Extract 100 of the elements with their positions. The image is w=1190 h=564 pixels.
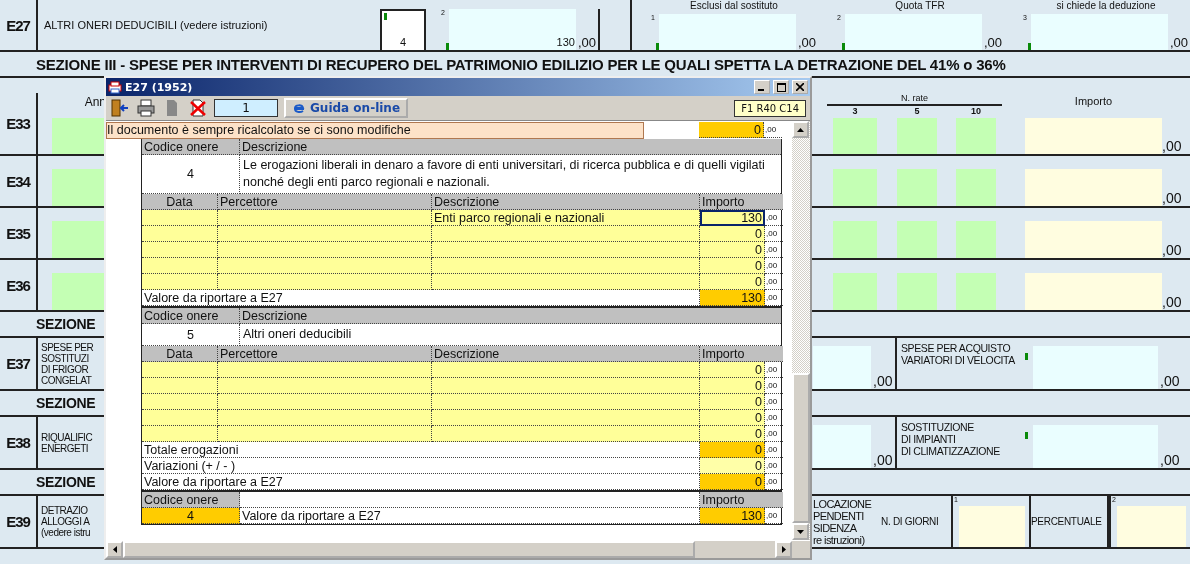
input-field[interactable]	[956, 169, 996, 206]
field-label: LOCAZIONE PENDENTI SIDENZA re istruzioni)	[813, 496, 873, 547]
table-cell[interactable]	[142, 410, 218, 426]
table-cell[interactable]: 0	[700, 226, 765, 242]
amount-field[interactable]	[844, 14, 982, 50]
table-cell[interactable]	[142, 210, 218, 226]
table-cell[interactable]: 130	[700, 210, 765, 226]
maximize-button[interactable]	[773, 80, 789, 94]
input-field[interactable]	[833, 117, 877, 154]
table-cell[interactable]	[218, 274, 432, 290]
input-field[interactable]	[833, 221, 877, 258]
column-heading: N. rate	[827, 93, 1002, 107]
table-cell[interactable]	[218, 394, 432, 410]
table-cell[interactable]: 0	[700, 410, 765, 426]
amount-field[interactable]	[1025, 273, 1162, 310]
table-cell[interactable]: 0	[700, 394, 765, 410]
input-field[interactable]	[897, 169, 937, 206]
amount-field[interactable]	[1030, 14, 1168, 50]
table-cell[interactable]	[432, 258, 700, 274]
table-cell[interactable]	[142, 242, 218, 258]
table-cell[interactable]: 0	[700, 362, 765, 378]
amount-field[interactable]	[1025, 169, 1162, 206]
table-cell[interactable]	[142, 362, 218, 378]
table-cell[interactable]	[142, 226, 218, 242]
marker-icon	[655, 43, 659, 50]
table-cell[interactable]	[142, 426, 218, 442]
table-cell[interactable]	[432, 362, 700, 378]
column-heading: Descrizione	[240, 139, 781, 155]
amount-field[interactable]: 130	[448, 9, 576, 50]
input-field[interactable]	[833, 169, 877, 206]
table-cell[interactable]	[432, 394, 700, 410]
table-cell[interactable]	[142, 378, 218, 394]
table-cell[interactable]	[142, 274, 218, 290]
table-cell[interactable]	[432, 410, 700, 426]
table-cell[interactable]	[218, 410, 432, 426]
input-field[interactable]	[833, 273, 877, 310]
table-cell[interactable]	[432, 226, 700, 242]
table-cell[interactable]: 0	[700, 426, 765, 442]
input-field[interactable]	[897, 117, 937, 154]
minimize-button[interactable]	[754, 80, 770, 94]
horizontal-scrollbar[interactable]	[106, 540, 810, 558]
right-arrow-icon[interactable]	[781, 546, 786, 553]
left-arrow-icon[interactable]	[112, 546, 117, 553]
decimals: ,00	[765, 426, 783, 442]
amount-field[interactable]	[658, 14, 796, 50]
table-cell[interactable]: 0	[700, 274, 765, 290]
vertical-scrollbar[interactable]	[792, 121, 810, 540]
column-heading: 3	[851, 106, 859, 118]
print-icon[interactable]	[136, 99, 156, 117]
table-cell[interactable]	[432, 242, 700, 258]
table-cell[interactable]	[218, 258, 432, 274]
table-cell[interactable]	[432, 274, 700, 290]
amount-field[interactable]	[813, 425, 871, 468]
table-cell[interactable]	[142, 394, 218, 410]
input-field[interactable]	[956, 221, 996, 258]
decimals: ,00	[765, 242, 783, 258]
decimals: ,00	[765, 258, 783, 274]
amount-field[interactable]	[1033, 346, 1158, 389]
input-field[interactable]	[958, 506, 1025, 547]
amount-field[interactable]	[1025, 117, 1162, 154]
table-cell[interactable]	[432, 378, 700, 394]
decimals: ,00	[796, 35, 817, 50]
input-field[interactable]	[52, 117, 106, 154]
amount-field[interactable]	[813, 346, 871, 389]
help-button[interactable]: Guida on-line	[284, 98, 409, 118]
page-number-field[interactable]: 1	[214, 99, 278, 117]
code-field[interactable]: 4	[380, 9, 426, 50]
input-field[interactable]	[52, 169, 106, 206]
column-heading: Descrizione	[432, 194, 700, 210]
table-cell[interactable]	[218, 226, 432, 242]
amount-field[interactable]	[1025, 221, 1162, 258]
table-cell[interactable]: 0	[700, 258, 765, 274]
table-cell[interactable]	[218, 426, 432, 442]
column-heading: Codice onere	[142, 139, 240, 155]
table-cell[interactable]	[218, 378, 432, 394]
input-field[interactable]	[956, 117, 996, 154]
table-cell[interactable]	[218, 362, 432, 378]
close-button[interactable]	[792, 80, 808, 94]
column-heading: 5	[913, 106, 921, 118]
table-cell[interactable]: 0	[700, 458, 765, 474]
input-field[interactable]	[52, 221, 106, 258]
decimals: ,00	[765, 394, 783, 410]
down-arrow-icon[interactable]	[797, 529, 804, 534]
table-cell[interactable]	[142, 258, 218, 274]
input-field[interactable]	[1116, 506, 1186, 547]
input-field[interactable]	[897, 273, 937, 310]
table-cell[interactable]	[218, 210, 432, 226]
exit-door-icon[interactable]	[110, 99, 130, 117]
table-cell[interactable]	[432, 426, 700, 442]
table-cell[interactable]: 0	[700, 242, 765, 258]
amount-field[interactable]	[1033, 425, 1158, 468]
input-field[interactable]	[956, 273, 996, 310]
table-cell[interactable]: 0	[700, 378, 765, 394]
input-field[interactable]	[52, 273, 106, 310]
table-cell[interactable]	[218, 242, 432, 258]
up-arrow-icon[interactable]	[797, 127, 804, 132]
delete-page-icon[interactable]	[188, 99, 208, 117]
input-field[interactable]	[897, 221, 937, 258]
table-cell[interactable]: Enti parco regionali e nazionali	[432, 210, 700, 226]
notice-text: Il documento è sempre ricalcolato se ci sono modifiche	[106, 122, 644, 139]
